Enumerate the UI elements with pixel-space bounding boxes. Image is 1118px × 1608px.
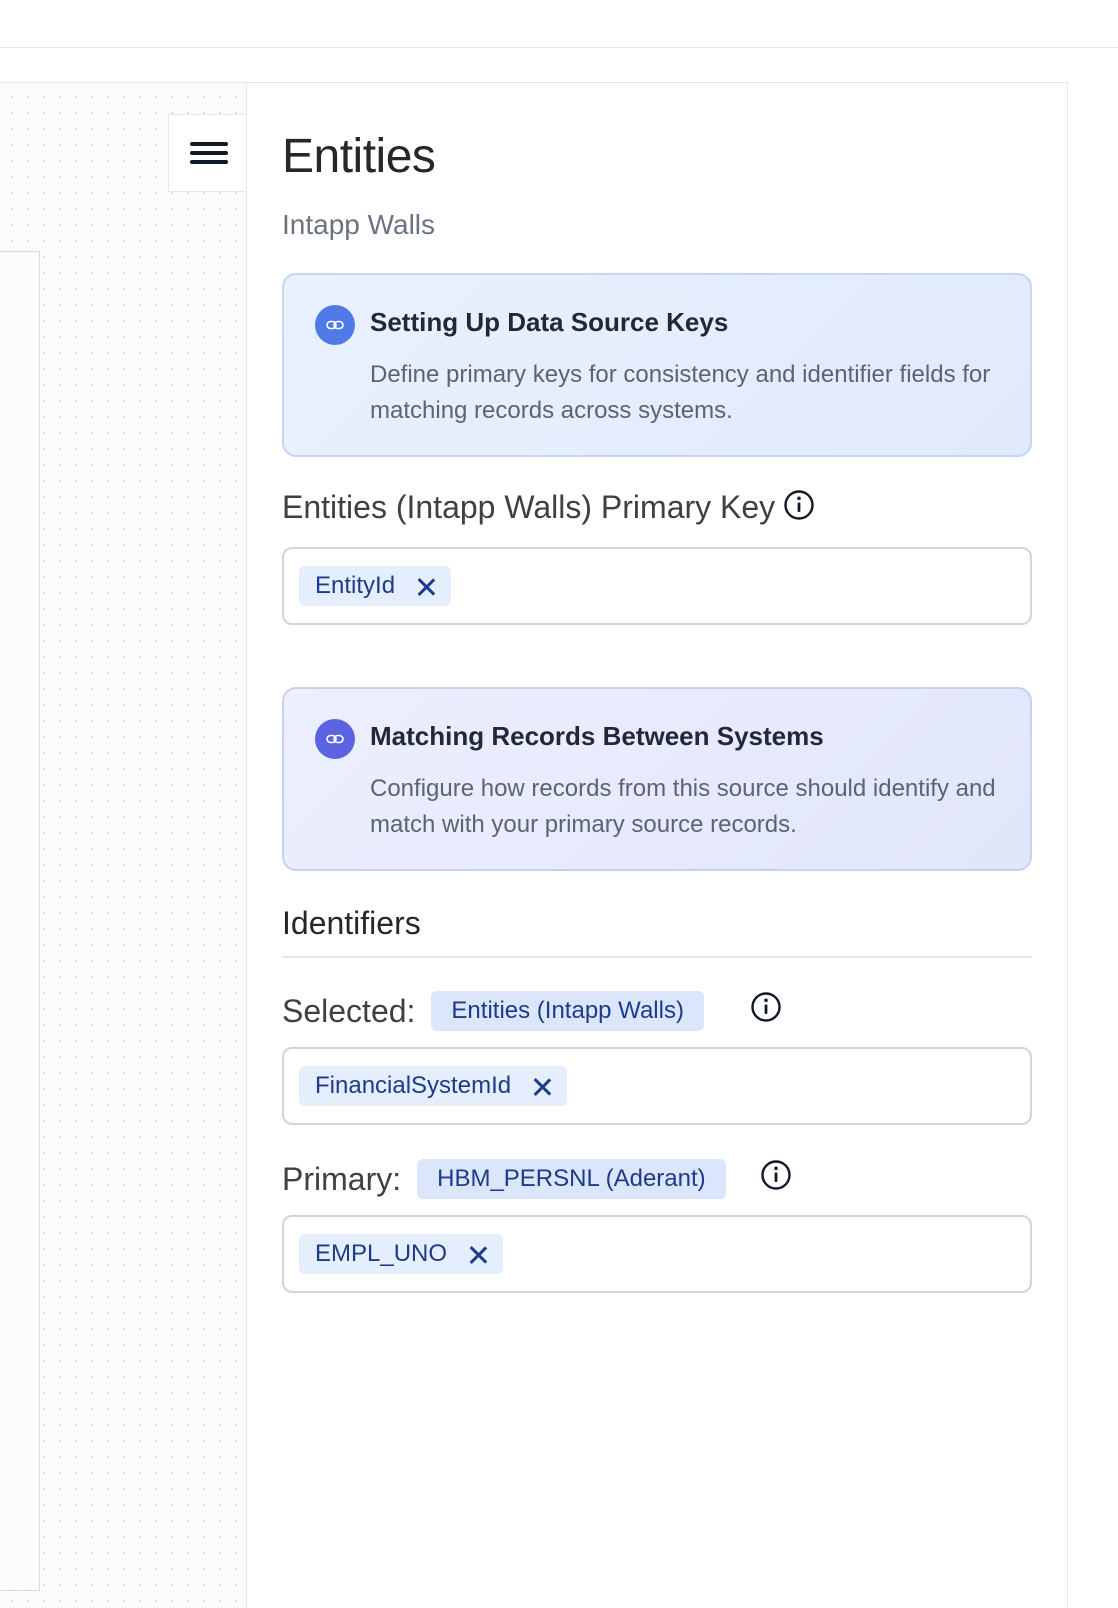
primary-key-label: Entities (Intapp Walls) Primary Key [282, 489, 776, 525]
callout-body: Define primary keys for consistency and … [370, 361, 991, 424]
canvas-node[interactable] [0, 251, 40, 1591]
primary-label: Primary: [282, 1160, 402, 1197]
selected-label: Selected: [282, 992, 416, 1029]
tag-label: FinancialSystemId [315, 1072, 512, 1099]
selected-identifier-input[interactable]: FinancialSystemId [282, 1047, 1032, 1125]
tag-label: EntityId [315, 572, 396, 599]
source-badge: HBM_PERSNL (Aderant) [417, 1159, 726, 1199]
callout-title: Matching Records Between Systems [370, 721, 824, 751]
top-bar [0, 0, 1118, 48]
info-icon[interactable] [750, 991, 782, 1023]
page-subtitle: Intapp Walls [282, 209, 436, 240]
source-badge: Entities (Intapp Walls) [431, 991, 704, 1031]
info-icon[interactable] [760, 1159, 792, 1191]
link-icon [315, 305, 355, 345]
selected-source-row: Selected: Entities (Intapp Walls) [282, 989, 704, 1033]
close-icon[interactable] [417, 577, 435, 595]
data-source-keys-callout: Setting Up Data Source Keys Define prima… [282, 273, 1032, 457]
close-icon[interactable] [469, 1245, 487, 1263]
page-title: Entities [282, 130, 436, 183]
callout-title: Setting Up Data Source Keys [370, 307, 729, 337]
link-icon [315, 719, 355, 759]
tag-chip: EntityId [299, 566, 452, 606]
info-icon[interactable] [783, 489, 815, 521]
divider [282, 956, 1032, 958]
tag-label: EMPL_UNO [315, 1240, 448, 1267]
menu-toggle-button[interactable] [168, 114, 248, 192]
callout-body: Configure how records from this source s… [370, 775, 996, 838]
primary-identifier-input[interactable]: EMPL_UNO [282, 1215, 1032, 1293]
close-icon[interactable] [533, 1077, 551, 1095]
tag-chip: FinancialSystemId [299, 1066, 568, 1106]
entity-settings-panel: Entities Intapp Walls Setting Up Data So… [246, 82, 1068, 1608]
tag-chip: EMPL_UNO [299, 1234, 504, 1274]
identifiers-heading: Identifiers [282, 905, 421, 941]
primary-source-row: Primary: HBM_PERSNL (Aderant) [282, 1157, 726, 1201]
hamburger-icon [190, 139, 228, 167]
primary-key-input[interactable]: EntityId [282, 547, 1032, 625]
matching-records-callout: Matching Records Between Systems Configu… [282, 687, 1032, 871]
workflow-canvas[interactable] [0, 82, 246, 1608]
